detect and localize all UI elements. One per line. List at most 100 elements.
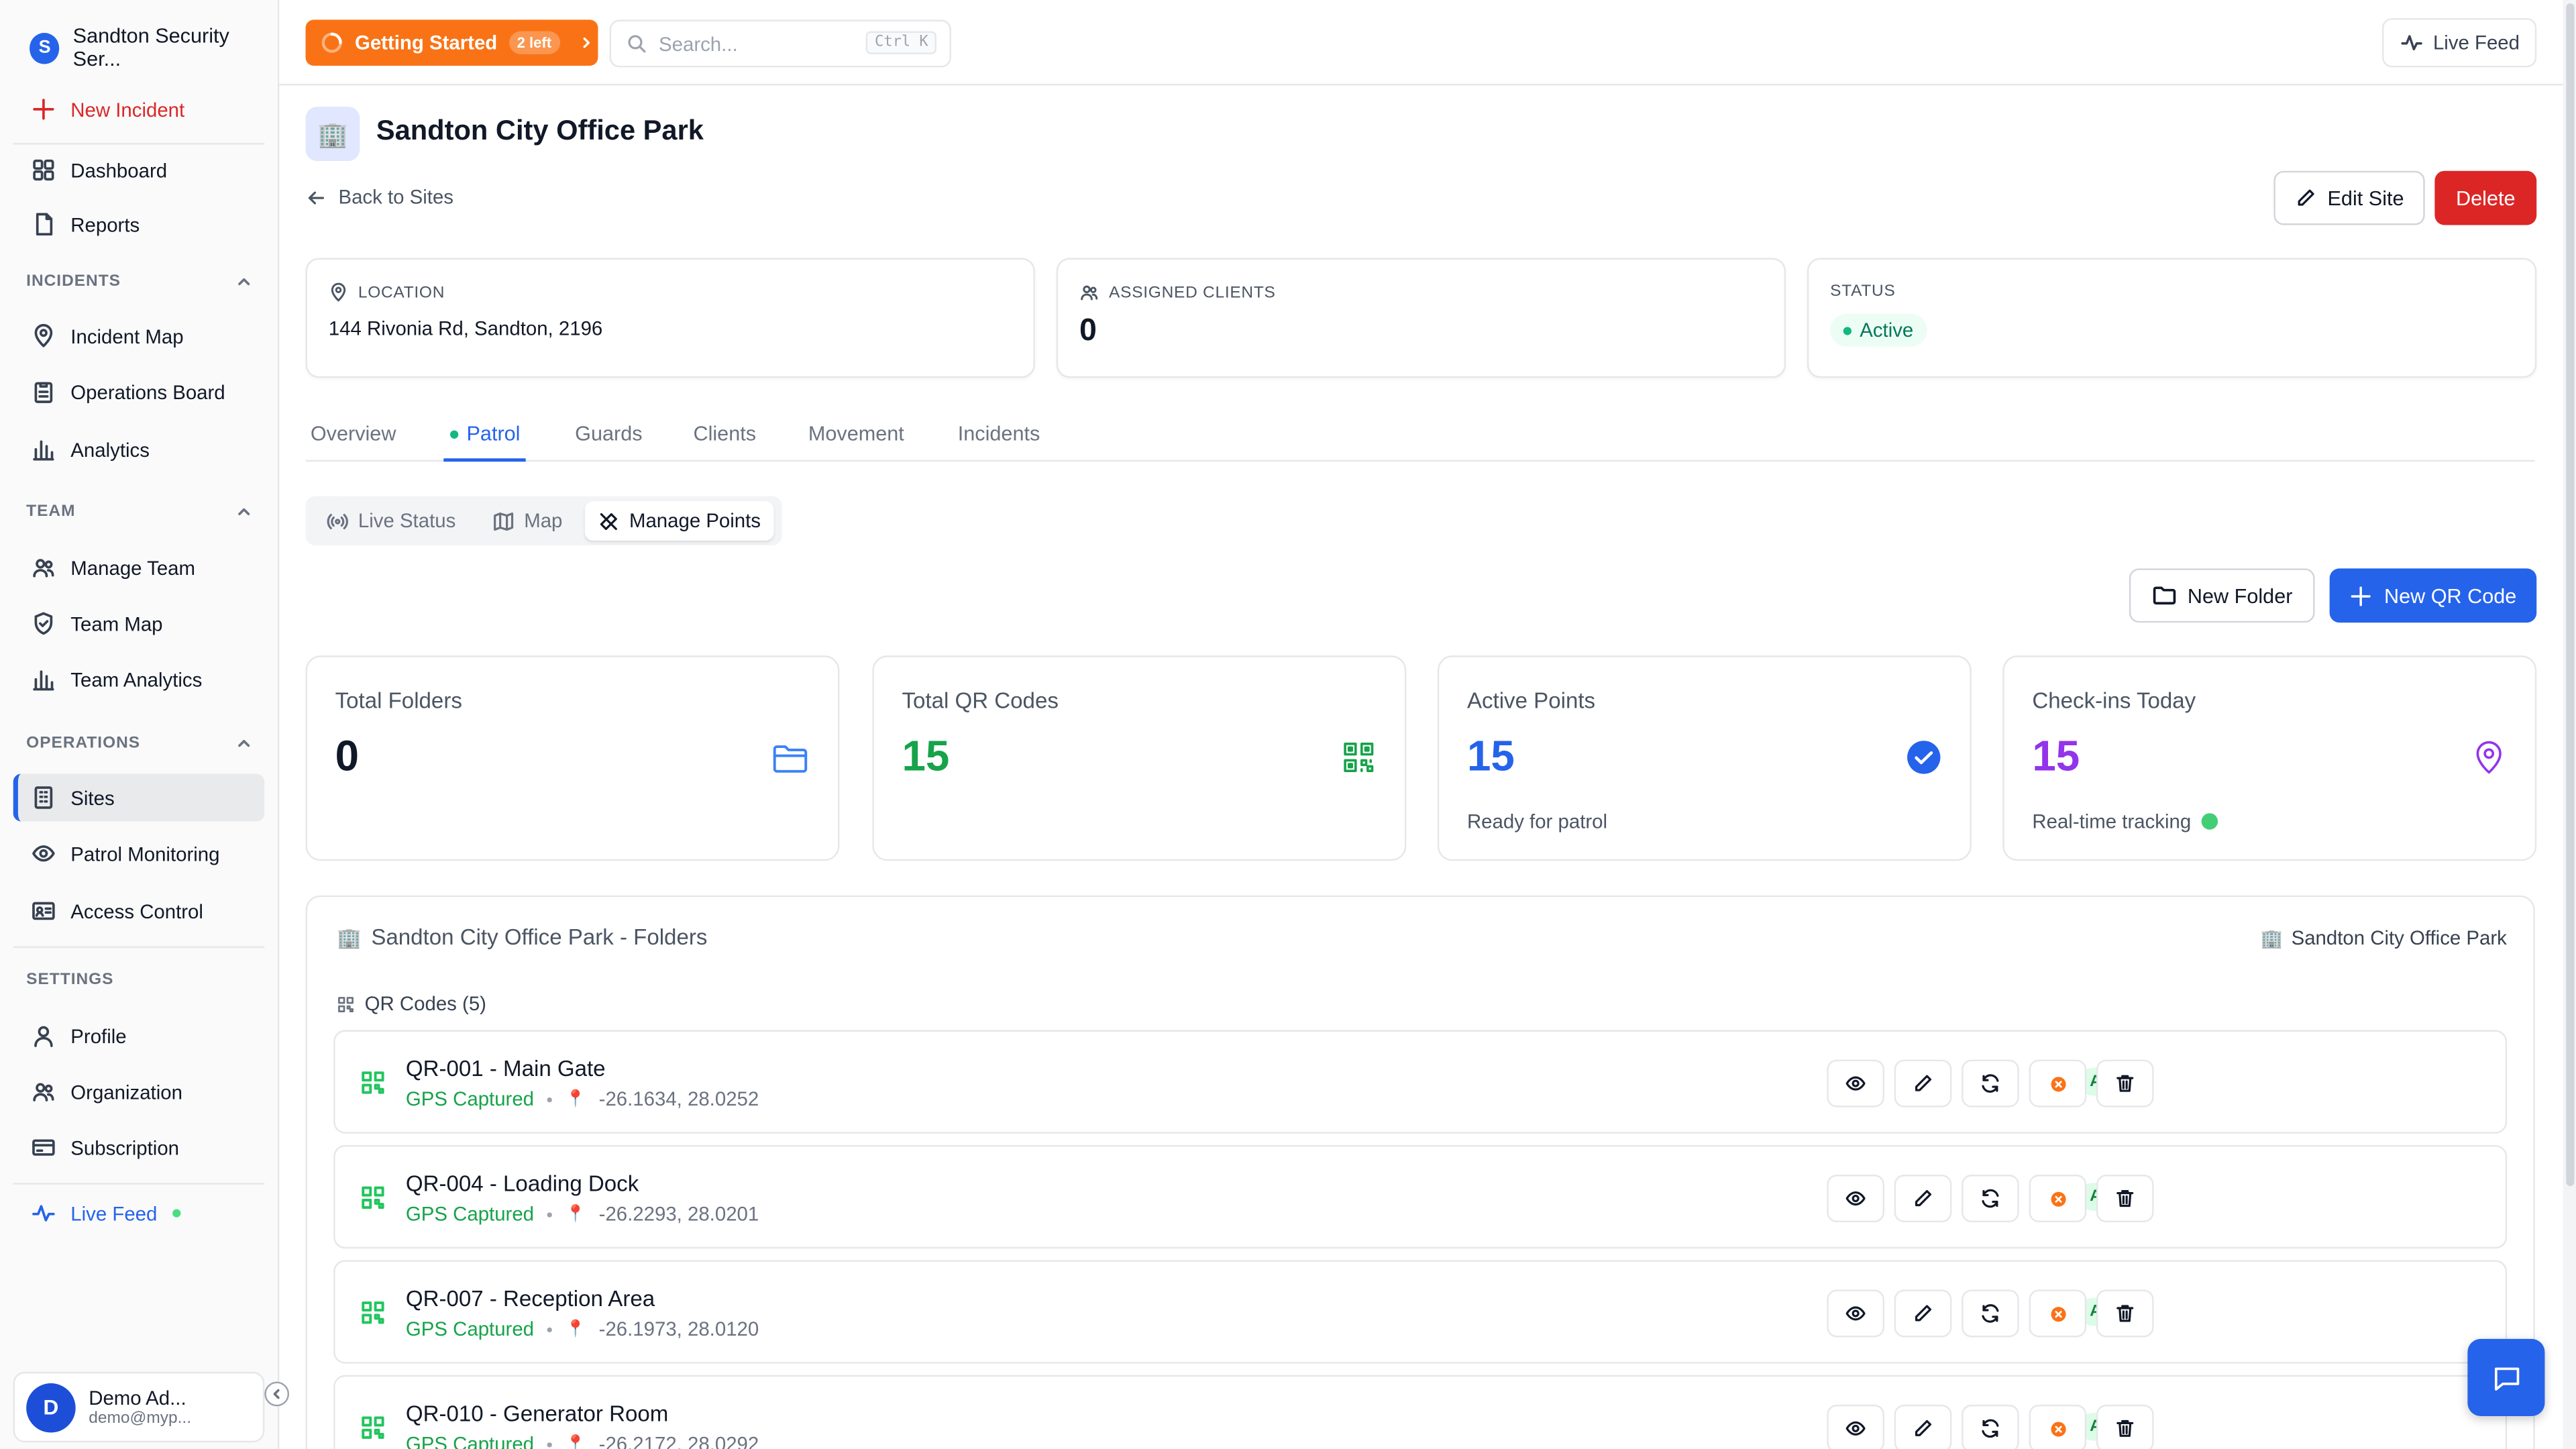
delete-button[interactable] [2096, 1289, 2154, 1338]
edit-button[interactable] [1894, 1289, 1952, 1338]
deactivate-button[interactable] [2029, 1289, 2087, 1338]
sidebar-live-feed[interactable]: Live Feed [13, 1189, 265, 1237]
section-incidents[interactable]: INCIDENTS [26, 273, 253, 290]
getting-started-button[interactable]: Getting Started 2 left [305, 19, 598, 66]
subtab-live-status[interactable]: Live Status [314, 501, 469, 541]
sidebar-item-dashboard[interactable]: Dashboard [13, 146, 265, 194]
new-folder-button[interactable]: New Folder [2129, 568, 2315, 623]
sidebar-item-sites[interactable]: Sites [13, 773, 265, 822]
sidebar-item-label: Incident Map [70, 324, 184, 347]
section-operations[interactable]: OPERATIONS [26, 735, 253, 753]
user-menu[interactable]: D Demo Ad... demo@myp... [13, 1371, 265, 1443]
collapse-sidebar-button[interactable] [264, 1381, 290, 1407]
status-card: STATUS Active [1807, 258, 2537, 378]
org-switcher[interactable]: S Sandton Security Ser... [13, 23, 276, 72]
edit-button[interactable] [1894, 1404, 1952, 1449]
users-icon [33, 559, 54, 578]
sidebar-item-reports[interactable]: Reports [13, 201, 265, 248]
status-dot [1843, 326, 1852, 335]
sidebar-item-analytics[interactable]: Analytics [13, 425, 265, 473]
sidebar-item-label: Patrol Monitoring [70, 842, 220, 865]
deactivate-button[interactable] [2029, 1404, 2087, 1449]
qr-code-icon [362, 1071, 384, 1094]
map-pin-icon [331, 282, 346, 302]
qr-name: QR-007 - Reception Area [405, 1286, 655, 1311]
sidebar-item-team-map[interactable]: Team Map [13, 600, 265, 647]
sidebar-item-subscription[interactable]: Subscription [13, 1124, 265, 1171]
regenerate-button[interactable] [1962, 1289, 2019, 1338]
sidebar-item-manage-team[interactable]: Manage Team [13, 544, 265, 592]
chat-icon [2493, 1366, 2519, 1390]
view-button[interactable] [1827, 1175, 1884, 1223]
qr-row[interactable]: QR-004 - Loading Dock GPS Captured 📍 -26.22… [333, 1144, 2508, 1249]
plus-icon [33, 99, 54, 120]
new-qr-code-button[interactable]: New QR Code [2329, 568, 2537, 623]
tab-overview[interactable]: Overview [311, 422, 396, 445]
building-icon [34, 786, 53, 809]
delete-button[interactable] [2096, 1175, 2154, 1223]
sidebar-item-label: Operations Board [70, 380, 225, 404]
trash-icon [2116, 1189, 2134, 1208]
sidebar-item-incident-map[interactable]: Incident Map [13, 312, 265, 360]
sidebar-item-organization[interactable]: Organization [13, 1068, 265, 1116]
qr-name: QR-004 - Loading Dock [405, 1171, 639, 1196]
deactivate-button[interactable] [2029, 1175, 2087, 1223]
delete-button[interactable]: Delete [2434, 170, 2537, 225]
chevron-up-icon [238, 278, 250, 286]
sidebar-item-operations-board[interactable]: Operations Board [13, 368, 265, 416]
chat-button[interactable] [2467, 1338, 2545, 1417]
qr-code-icon [1344, 742, 1374, 772]
regenerate-button[interactable] [1962, 1175, 2019, 1223]
section-team[interactable]: TEAM [26, 502, 253, 521]
deactivate-button[interactable] [2029, 1059, 2087, 1108]
bar-chart-icon [33, 670, 54, 691]
search-input[interactable]: Search... Ctrl K [609, 19, 951, 68]
qr-row[interactable]: QR-001 - Main Gate GPS Captured 📍 -26.1634,… [333, 1030, 2508, 1134]
sidebar-item-team-analytics[interactable]: Team Analytics [13, 655, 265, 703]
user-name: Demo Ad... [89, 1386, 186, 1410]
coordinates: -26.2293, 28.0201 [598, 1202, 759, 1226]
trash-icon [2116, 1419, 2134, 1437]
live-feed-button[interactable]: Live Feed [2382, 17, 2537, 68]
view-button[interactable] [1827, 1404, 1884, 1449]
scrollbar-thumb[interactable] [2566, 3, 2575, 1187]
back-link[interactable]: Back to Sites [306, 186, 453, 209]
delete-button[interactable] [2096, 1059, 2154, 1108]
view-button[interactable] [1827, 1059, 1884, 1108]
sidebar-item-patrol-monitoring[interactable]: Patrol Monitoring [13, 830, 265, 877]
x-circle-icon [2050, 1191, 2065, 1206]
regenerate-button[interactable] [1962, 1059, 2019, 1108]
folders-title: 🏢 Sandton City Office Park - Folders [337, 925, 707, 950]
qr-row[interactable]: QR-007 - Reception Area GPS Captured 📍 -26.… [333, 1260, 2508, 1364]
regenerate-button[interactable] [1962, 1404, 2019, 1449]
sidebar-item-profile[interactable]: Profile [13, 1012, 265, 1060]
edit-button[interactable] [1894, 1175, 1952, 1223]
stat-check-ins-today: Check-ins Today 15 Real-time tracking [2002, 655, 2537, 861]
section-title: OPERATIONS [26, 734, 141, 753]
delete-button[interactable] [2096, 1404, 2154, 1449]
live-feed-label: Live Feed [2432, 31, 2520, 54]
stat-total-qr-codes: Total QR Codes 15 [872, 655, 1407, 861]
subtab-manage-points[interactable]: Manage Points [584, 500, 774, 541]
sidebar-item-label: Sites [70, 786, 115, 810]
clients-label: ASSIGNED CLIENTS [1079, 282, 1276, 302]
tab-guards[interactable]: Guards [575, 422, 642, 445]
tab-movement[interactable]: Movement [808, 422, 904, 445]
sidebar-item-label: Analytics [70, 437, 150, 461]
edit-site-button[interactable]: Edit Site [2273, 170, 2425, 225]
tab-patrol[interactable]: Patrol [450, 422, 520, 445]
sidebar-item-access-control[interactable]: Access Control [13, 887, 265, 934]
stat-value: 15 [902, 731, 950, 781]
view-button[interactable] [1827, 1289, 1884, 1338]
qr-code-icon [362, 1301, 384, 1324]
delete-label: Delete [2456, 186, 2516, 210]
subtab-map[interactable]: Map [480, 501, 576, 541]
tab-incidents[interactable]: Incidents [958, 422, 1040, 445]
page-title: Sandton City Office Park [376, 115, 704, 146]
new-incident-button[interactable]: New Incident [13, 85, 265, 133]
tab-clients[interactable]: Clients [693, 422, 756, 445]
edit-button[interactable] [1894, 1059, 1952, 1108]
pencil-icon [1915, 1075, 1932, 1091]
qr-row[interactable]: QR-010 - Generator Room GPS Captured 📍 -26.… [333, 1375, 2508, 1449]
building-icon: 🏢 [305, 107, 360, 162]
